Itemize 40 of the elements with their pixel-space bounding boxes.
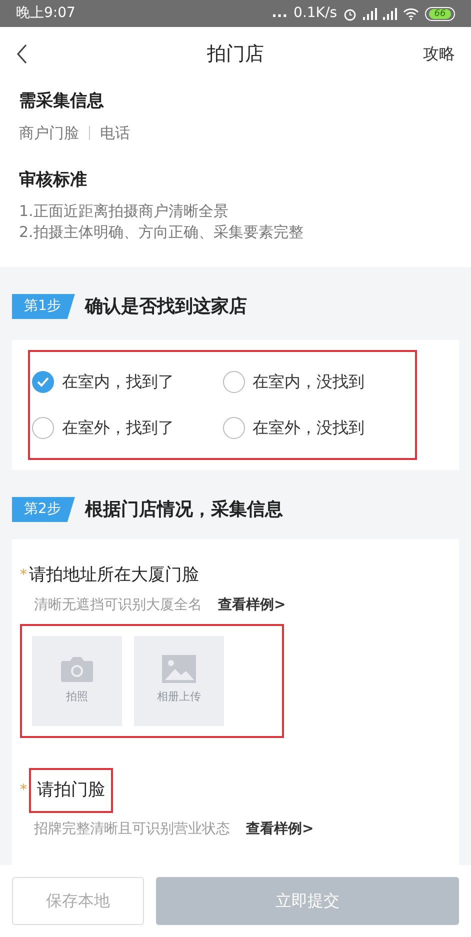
task-title: 请拍门脸 bbox=[29, 768, 113, 813]
page-title: 拍门店 bbox=[207, 42, 264, 67]
criteria-line: 2.拍摄主体明确、方向正确、采集要素完整 bbox=[19, 222, 304, 243]
required-mark: * bbox=[20, 566, 27, 586]
signal-icon bbox=[383, 8, 397, 20]
image-icon bbox=[162, 655, 196, 684]
status-time: 晚上9:07 bbox=[16, 4, 76, 23]
check-icon bbox=[37, 377, 49, 387]
sample-link[interactable]: 查看样例> bbox=[246, 819, 314, 840]
task-hint: 招牌完整清晰且可识别营业状态 bbox=[34, 820, 230, 839]
radio-button[interactable] bbox=[32, 417, 54, 439]
guide-link[interactable]: 攻略 bbox=[423, 42, 455, 66]
step-badge: 第2步 bbox=[12, 497, 75, 522]
sample-link[interactable]: 查看样例> bbox=[218, 594, 286, 616]
radio-option[interactable]: 在室外，没找到 bbox=[222, 412, 413, 444]
criteria-line: 1.正面近距离拍摄商户清晰全景 bbox=[19, 201, 230, 222]
task-title: 请拍地址所在大厦门脸 bbox=[29, 564, 199, 587]
step-title: 根据门店情况，采集信息 bbox=[84, 498, 283, 522]
info-tag: 商户门脸 bbox=[19, 122, 79, 144]
alarm-icon bbox=[343, 6, 357, 20]
radio-button[interactable] bbox=[222, 371, 244, 393]
status-dots: ... bbox=[272, 4, 288, 23]
task-hint: 清晰无遮挡可识别大厦全名 bbox=[34, 596, 202, 614]
network-speed: 0.1K/s bbox=[294, 4, 337, 23]
step-title: 确认是否找到这家店 bbox=[84, 295, 247, 319]
signal-icon bbox=[363, 8, 377, 20]
back-icon[interactable] bbox=[16, 44, 28, 64]
section-heading: 审核标准 bbox=[19, 168, 88, 192]
camera-icon bbox=[60, 655, 94, 684]
required-mark: * bbox=[20, 780, 27, 800]
section-heading: 需采集信息 bbox=[19, 90, 105, 113]
radio-button[interactable] bbox=[32, 371, 54, 393]
info-tag: 电话 bbox=[100, 122, 130, 144]
radio-option[interactable]: 在室内，没找到 bbox=[222, 366, 413, 398]
radio-option[interactable]: 在室内，找到了 bbox=[32, 366, 222, 398]
radio-button[interactable] bbox=[222, 417, 244, 439]
step-badge: 第1步 bbox=[12, 294, 75, 319]
wifi-icon bbox=[403, 8, 419, 20]
battery-icon: 66 bbox=[425, 6, 455, 20]
radio-option[interactable]: 在室外，找到了 bbox=[32, 412, 222, 444]
